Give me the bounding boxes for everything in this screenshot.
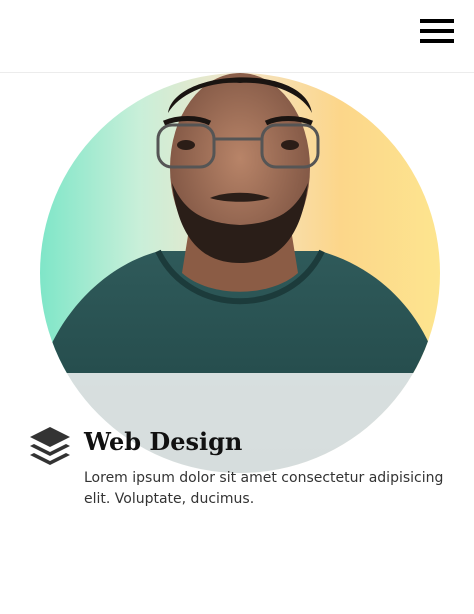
menu-bar <box>420 19 454 23</box>
top-header <box>0 0 474 73</box>
service-title: Web Design <box>84 427 243 456</box>
layers-icon <box>30 427 70 465</box>
menu-bar <box>420 39 454 43</box>
service-description: Lorem ipsum dolor sit amet consectetur a… <box>84 470 444 507</box>
hamburger-menu-icon[interactable] <box>420 19 454 43</box>
menu-bar <box>420 29 454 33</box>
